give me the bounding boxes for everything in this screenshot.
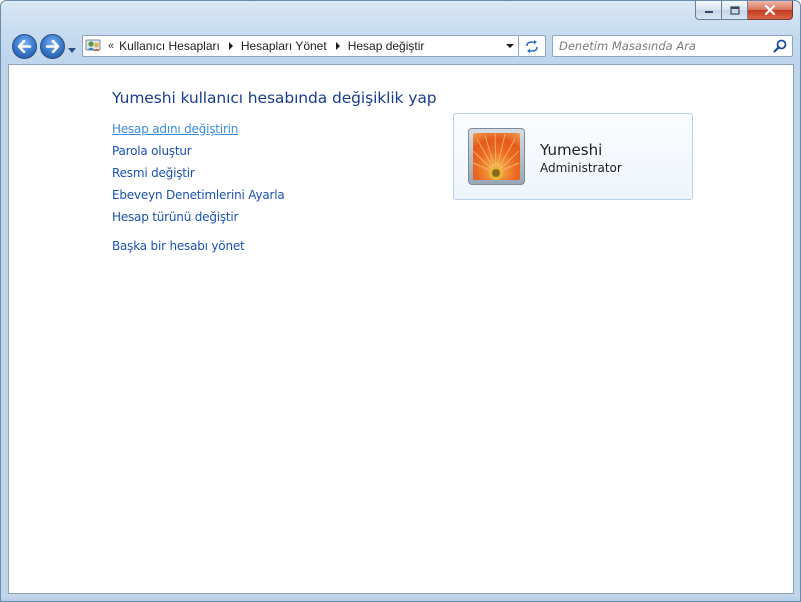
chevron-down-icon — [506, 44, 514, 48]
breadcrumb-user-accounts[interactable]: Kullanıcı Hesapları — [119, 39, 220, 53]
maximize-icon — [729, 5, 740, 15]
maximize-button[interactable] — [722, 1, 748, 20]
task-change-account-type[interactable]: Hesap türünü değiştir — [112, 210, 238, 224]
recent-pages-button[interactable] — [67, 43, 77, 53]
window-bottom-edge — [1, 595, 800, 601]
account-type: Administrator — [540, 161, 622, 175]
forward-arrow-icon — [45, 40, 60, 53]
close-button[interactable] — [748, 1, 793, 20]
breadcrumb-manage-accounts[interactable]: Hesapları Yönet — [241, 39, 327, 53]
account-card: Yumeshi Administrator — [453, 113, 693, 200]
breadcrumb-change-account[interactable]: Hesap değiştir — [348, 39, 425, 53]
breadcrumb-arrow-icon[interactable] — [335, 42, 340, 50]
caption-buttons — [695, 1, 793, 20]
task-create-password[interactable]: Parola oluştur — [112, 144, 192, 158]
task-manage-another-account[interactable]: Başka bir hesabı yönet — [112, 239, 245, 253]
search-input[interactable] — [559, 37, 769, 55]
avatar — [473, 133, 520, 180]
task-change-picture[interactable]: Resmi değiştir — [112, 166, 195, 180]
task-parental-controls[interactable]: Ebeveyn Denetimlerini Ayarla — [112, 188, 285, 202]
refresh-icon — [526, 39, 538, 53]
navigation-bar: « Kullanıcı Hesapları Hesapları Yönet He… — [1, 31, 800, 63]
back-arrow-icon — [17, 40, 32, 53]
content-pane: Yumeshi kullanıcı hesabında değişiklik y… — [8, 64, 794, 594]
close-icon — [764, 5, 776, 15]
address-bar[interactable]: « Kullanıcı Hesapları Hesapları Yönet He… — [82, 35, 519, 57]
refresh-button[interactable] — [519, 35, 546, 57]
chevron-down-icon — [68, 48, 76, 53]
page-title: Yumeshi kullanıcı hesabında değişiklik y… — [112, 89, 437, 107]
control-panel-window: « Kullanıcı Hesapları Hesapları Yönet He… — [0, 0, 801, 602]
breadcrumb-arrow-icon[interactable] — [228, 42, 233, 50]
flower-avatar-icon — [473, 133, 520, 180]
search-box[interactable] — [552, 35, 793, 57]
address-history-button[interactable] — [502, 36, 518, 56]
user-accounts-icon — [85, 38, 103, 54]
back-button[interactable] — [12, 34, 37, 59]
minimize-button[interactable] — [695, 1, 722, 20]
search-icon[interactable] — [773, 39, 787, 53]
forward-button[interactable] — [40, 34, 65, 59]
avatar-frame — [468, 128, 525, 185]
account-name: Yumeshi — [540, 141, 603, 159]
minimize-icon — [704, 11, 713, 13]
task-change-account-name[interactable]: Hesap adını değiştirin — [112, 122, 238, 136]
breadcrumb-overflow[interactable]: « — [108, 40, 114, 52]
